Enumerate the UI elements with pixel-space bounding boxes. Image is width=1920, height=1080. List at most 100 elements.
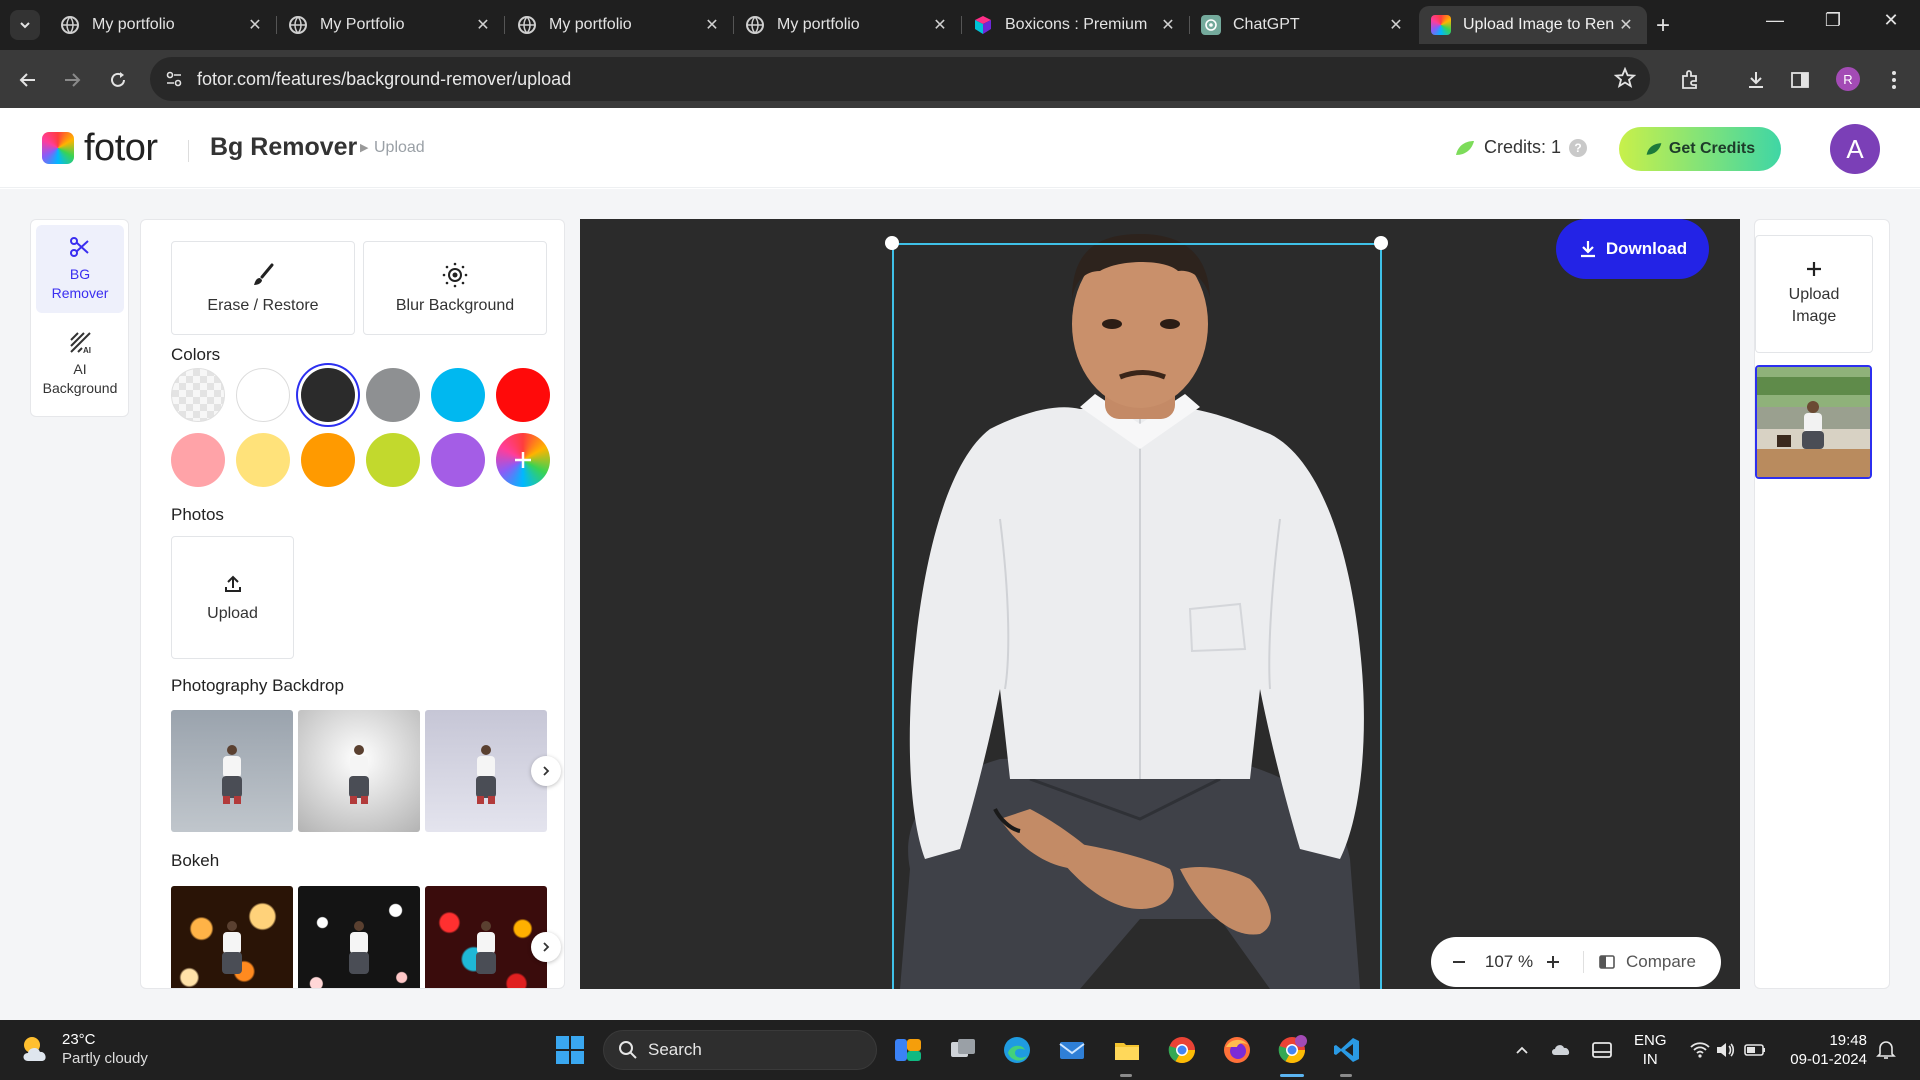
firefox-icon[interactable] bbox=[1220, 1033, 1254, 1067]
close-icon[interactable]: ✕ bbox=[246, 15, 264, 35]
svg-text:AI: AI bbox=[83, 346, 91, 354]
custom-color-button[interactable] bbox=[496, 433, 550, 487]
browser-tab[interactable]: Boxicons : Premium ✕ bbox=[961, 6, 1190, 44]
task-view-icon[interactable] bbox=[946, 1033, 980, 1067]
close-icon[interactable]: ✕ bbox=[474, 15, 492, 35]
taskbar-search[interactable]: Search bbox=[603, 1030, 877, 1070]
browser-tab[interactable]: My portfolio ✕ bbox=[733, 6, 962, 44]
color-swatch-yellow[interactable] bbox=[236, 433, 290, 487]
window-close-icon[interactable]: ✕ bbox=[1876, 10, 1906, 31]
weather-widget[interactable]: 23°C Partly cloudy bbox=[18, 1030, 148, 1068]
rail-item-bg-remover[interactable]: BG Remover bbox=[36, 225, 124, 313]
upload-image-button[interactable]: Upload Image bbox=[1755, 235, 1873, 353]
zoom-in-button[interactable] bbox=[1543, 954, 1563, 970]
credits-indicator: Credits: 1 ? bbox=[1454, 137, 1588, 158]
close-icon[interactable]: ✕ bbox=[703, 15, 721, 35]
language-indicator[interactable]: ENG IN bbox=[1634, 1031, 1667, 1069]
color-swatch-purple[interactable] bbox=[431, 433, 485, 487]
zoom-out-button[interactable] bbox=[1449, 954, 1469, 970]
color-swatch-pink[interactable] bbox=[171, 433, 225, 487]
volume-icon[interactable] bbox=[1708, 1033, 1742, 1067]
site-info-icon[interactable] bbox=[164, 69, 184, 94]
ai-background-icon: AI bbox=[70, 332, 91, 354]
mail-icon[interactable] bbox=[1055, 1033, 1089, 1067]
browser-tab-strip: My portfolio ✕ My Portfolio ✕ My portfol… bbox=[0, 0, 1920, 50]
address-bar[interactable]: fotor.com/features/background-remover/up… bbox=[150, 57, 1650, 101]
resize-handle[interactable] bbox=[885, 236, 899, 250]
battery-icon[interactable] bbox=[1738, 1033, 1772, 1067]
bokeh-thumbnail[interactable] bbox=[298, 886, 420, 988]
erase-restore-button[interactable]: Erase / Restore bbox=[171, 241, 355, 335]
color-swatch-lime[interactable] bbox=[366, 433, 420, 487]
close-icon[interactable]: ✕ bbox=[1617, 15, 1635, 35]
color-swatch-cyan[interactable] bbox=[431, 368, 485, 422]
minus-icon bbox=[1453, 961, 1465, 963]
original-photo bbox=[1757, 367, 1870, 477]
start-button[interactable] bbox=[553, 1033, 587, 1067]
extensions-icon[interactable] bbox=[1676, 66, 1704, 94]
color-swatch-white[interactable] bbox=[236, 368, 290, 422]
edge-icon[interactable] bbox=[1000, 1033, 1034, 1067]
backdrop-next-button[interactable] bbox=[531, 756, 561, 786]
color-swatch-transparent[interactable] bbox=[171, 368, 225, 422]
tablet-mode-icon[interactable] bbox=[1585, 1033, 1619, 1067]
close-icon[interactable]: ✕ bbox=[931, 15, 949, 35]
resize-handle[interactable] bbox=[1374, 236, 1388, 250]
browser-tab[interactable]: My Portfolio ✕ bbox=[276, 6, 505, 44]
backdrop-thumbnail[interactable] bbox=[425, 710, 547, 832]
browser-profile-avatar[interactable]: R bbox=[1836, 67, 1860, 91]
bookmark-star-icon[interactable] bbox=[1613, 66, 1637, 94]
minimize-icon[interactable]: — bbox=[1760, 10, 1790, 31]
bokeh-thumbnail[interactable] bbox=[171, 886, 293, 988]
download-tray-icon[interactable] bbox=[1742, 66, 1770, 94]
running-indicator bbox=[1120, 1074, 1132, 1077]
new-tab-button[interactable]: + bbox=[1650, 12, 1676, 40]
color-swatch-gray[interactable] bbox=[366, 368, 420, 422]
clock-date: 09-01-2024 bbox=[1790, 1051, 1867, 1068]
browser-tab-active[interactable]: Upload Image to Ren ✕ bbox=[1419, 6, 1647, 44]
get-credits-button[interactable]: Get Credits bbox=[1619, 127, 1781, 171]
notification-bell-icon[interactable] bbox=[1869, 1033, 1903, 1067]
more-menu-icon[interactable] bbox=[1880, 66, 1908, 94]
color-swatch-orange[interactable] bbox=[301, 433, 355, 487]
fotor-logo[interactable]: fotor bbox=[42, 129, 158, 167]
bokeh-next-button[interactable] bbox=[531, 932, 561, 962]
widgets-app-icon[interactable] bbox=[891, 1033, 925, 1067]
side-panel-icon[interactable] bbox=[1786, 66, 1814, 94]
backdrop-thumbnail[interactable] bbox=[171, 710, 293, 832]
forward-icon[interactable] bbox=[58, 66, 86, 94]
selection-box[interactable] bbox=[892, 243, 1382, 989]
file-explorer-icon[interactable] bbox=[1110, 1033, 1144, 1067]
user-avatar[interactable]: A bbox=[1830, 124, 1880, 174]
show-hidden-icons-chevron-up-icon[interactable] bbox=[1505, 1033, 1539, 1067]
reload-icon[interactable] bbox=[104, 66, 132, 94]
editor-canvas[interactable]: Download 107 % Compare bbox=[580, 219, 1740, 989]
restore-icon[interactable]: ❐ bbox=[1818, 10, 1848, 31]
clock[interactable]: 19:48 09-01-2024 bbox=[1783, 1031, 1867, 1069]
browser-tab[interactable]: My portfolio ✕ bbox=[505, 6, 734, 44]
browser-tab[interactable]: ChatGPT ✕ bbox=[1189, 6, 1417, 44]
chrome-profile-icon[interactable] bbox=[1275, 1033, 1309, 1067]
search-label: Search bbox=[648, 1040, 702, 1059]
download-button[interactable]: Download bbox=[1556, 219, 1709, 279]
taskbar: 23°C Partly cloudy Search ENG IN 19:48 0… bbox=[0, 1020, 1920, 1080]
bokeh-thumbnail[interactable] bbox=[425, 886, 547, 988]
browser-tab[interactable]: My portfolio ✕ bbox=[48, 6, 277, 44]
compare-button[interactable]: Compare bbox=[1598, 952, 1696, 972]
uploaded-image-thumbnail[interactable] bbox=[1755, 365, 1872, 479]
backdrop-thumbnail[interactable] bbox=[298, 710, 420, 832]
close-icon[interactable]: ✕ bbox=[1387, 15, 1405, 35]
vscode-icon[interactable] bbox=[1330, 1033, 1364, 1067]
close-icon[interactable]: ✕ bbox=[1159, 15, 1177, 35]
tab-search-button[interactable] bbox=[10, 10, 40, 40]
help-icon[interactable]: ? bbox=[1569, 138, 1588, 157]
onedrive-icon[interactable] bbox=[1545, 1033, 1579, 1067]
upload-photo-button[interactable]: Upload bbox=[171, 536, 294, 659]
color-swatch-dark-gray[interactable] bbox=[301, 368, 355, 422]
blur-background-button[interactable]: Blur Background bbox=[363, 241, 547, 335]
boxicons-icon bbox=[973, 15, 993, 35]
chrome-icon[interactable] bbox=[1165, 1033, 1199, 1067]
back-icon[interactable] bbox=[14, 66, 42, 94]
color-swatch-red[interactable] bbox=[496, 368, 550, 422]
rail-item-ai-background[interactable]: AI AI Background bbox=[36, 320, 124, 408]
